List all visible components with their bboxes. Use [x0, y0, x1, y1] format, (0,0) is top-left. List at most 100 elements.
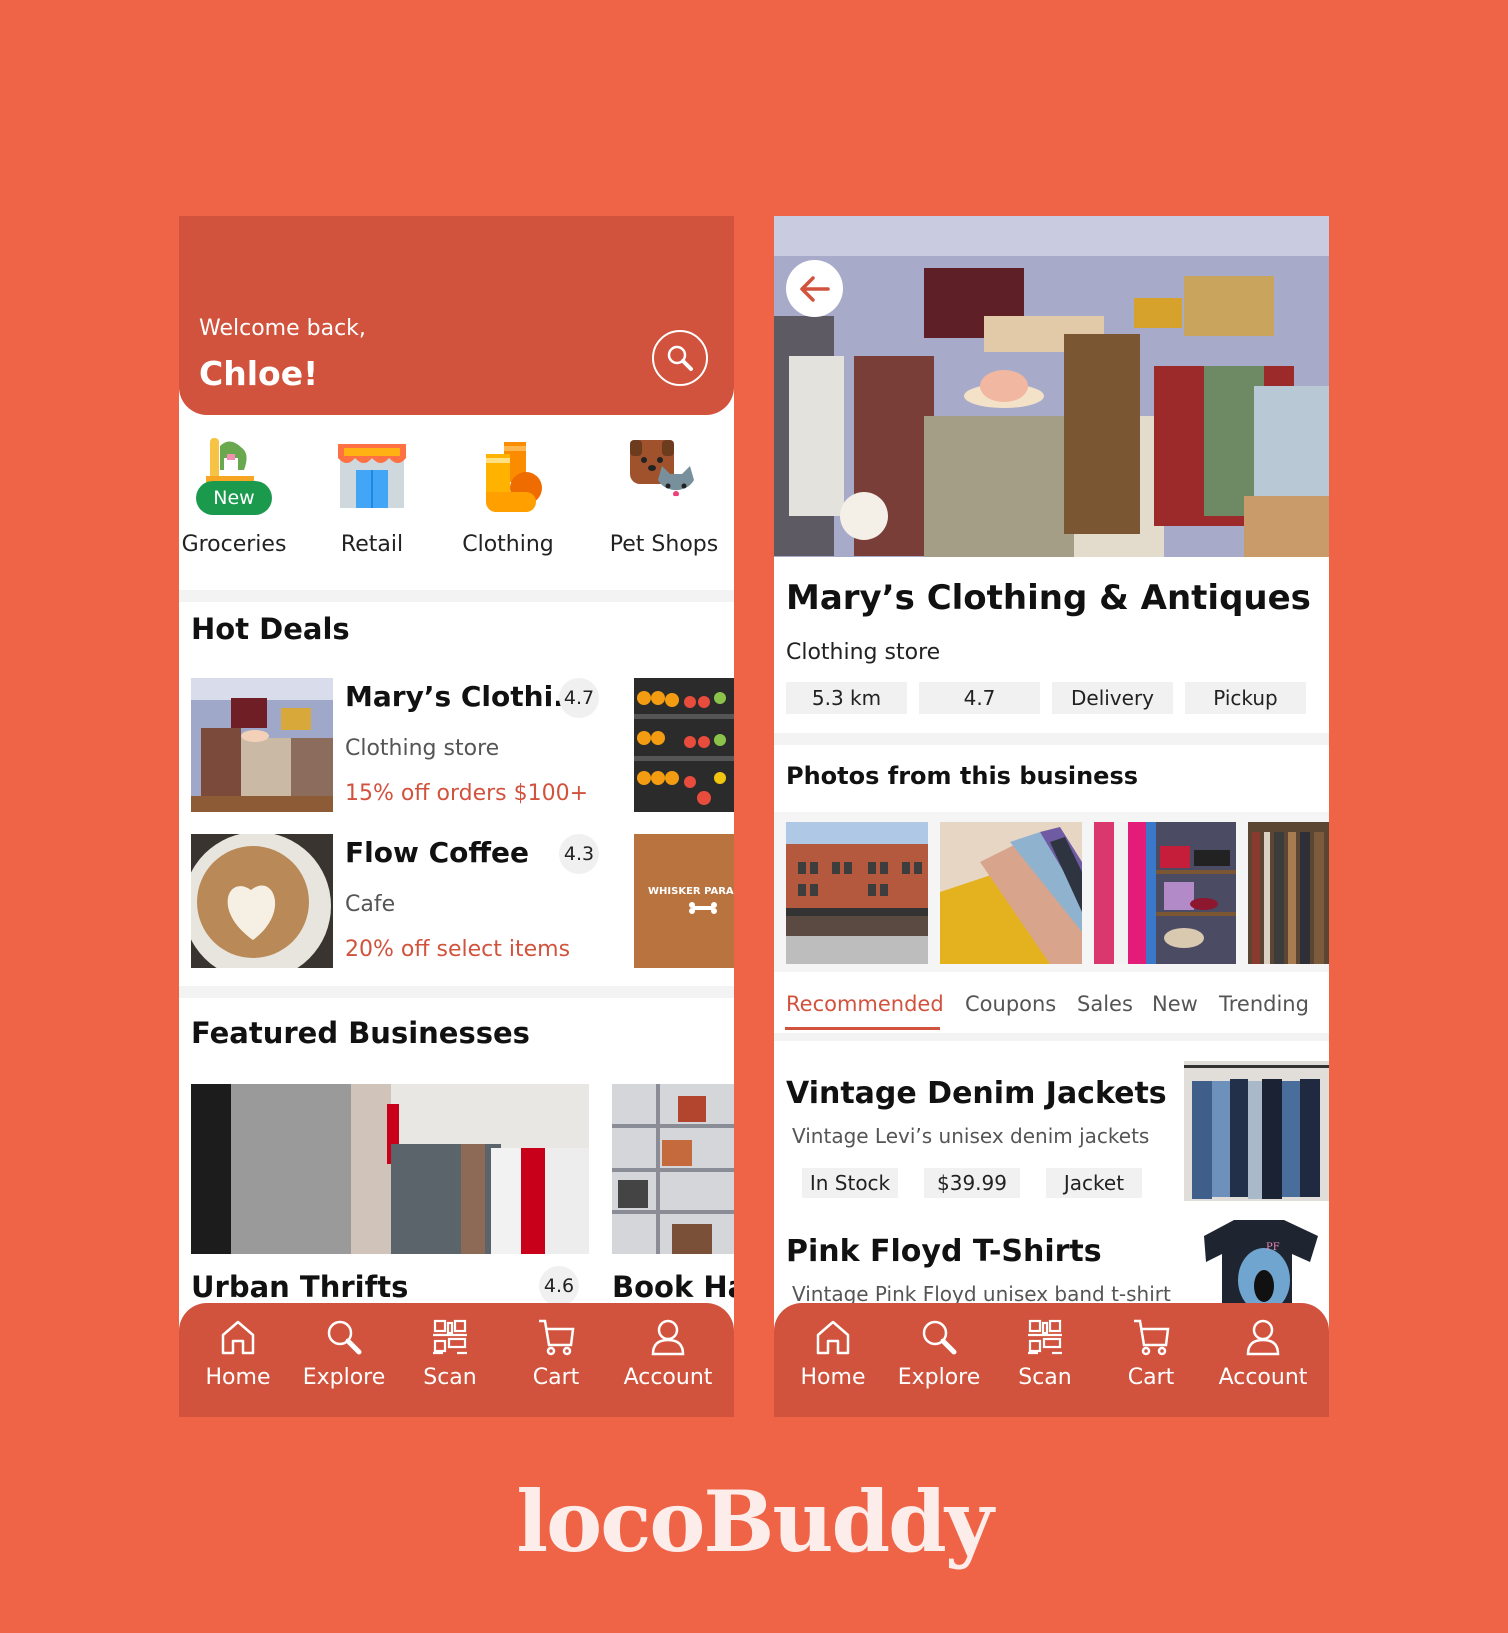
- active-tab-indicator: [785, 1027, 940, 1030]
- brand-logo: locoBuddy: [516, 1472, 993, 1571]
- home-icon: [816, 1320, 850, 1355]
- bottom-nav: Home Explore Scan Cart Account: [179, 1303, 734, 1417]
- tab-recommended[interactable]: Recommended: [786, 992, 944, 1016]
- section-divider: [774, 733, 1329, 745]
- home-header: Welcome back, Chloe!: [179, 216, 734, 415]
- rating-chip: 4.7: [919, 682, 1040, 714]
- hot-deals-title: Hot Deals: [191, 612, 350, 646]
- product-description: Vintage Levi’s unisex denim jackets: [792, 1124, 1150, 1148]
- rating-badge: 4.7: [559, 678, 599, 718]
- deal-image-pet-store[interactable]: WHISKER PARA: [634, 834, 734, 968]
- business-detail-screen: Mary’s Clothing & Antiques Clothing stor…: [774, 216, 1329, 1417]
- nav-label: Scan: [423, 1365, 477, 1390]
- tab-new[interactable]: New: [1152, 992, 1198, 1016]
- nav-cart[interactable]: Cart: [1098, 1317, 1204, 1390]
- business-type: Clothing store: [786, 640, 941, 665]
- rating-badge: 4.6: [539, 1266, 579, 1306]
- home-screen: Welcome back, Chloe! New Groceries Retai…: [179, 216, 734, 1417]
- category-label: Pet Shops: [609, 532, 719, 557]
- pickup-chip[interactable]: Pickup: [1185, 682, 1306, 714]
- deal-type: Cafe: [345, 892, 396, 917]
- nav-cart[interactable]: Cart: [503, 1317, 609, 1390]
- nav-home[interactable]: Home: [780, 1317, 886, 1390]
- nav-explore[interactable]: Explore: [291, 1317, 397, 1390]
- featured-image-book-haven[interactable]: [612, 1084, 734, 1254]
- tab-trending[interactable]: Trending: [1219, 992, 1309, 1016]
- new-badge: New: [196, 481, 272, 515]
- category-clothing[interactable]: Clothing: [443, 436, 573, 557]
- category-groceries[interactable]: New Groceries: [179, 436, 299, 557]
- back-button[interactable]: [786, 260, 843, 317]
- svg-text:PF: PF: [1266, 1242, 1280, 1253]
- user-icon: [1246, 1319, 1280, 1356]
- deal-offer: 20% off select items: [345, 937, 571, 962]
- nav-label: Account: [623, 1365, 713, 1390]
- rating-badge: 4.3: [559, 834, 599, 874]
- stock-tag: In Stock: [802, 1168, 898, 1198]
- search-button[interactable]: [652, 330, 708, 386]
- category-retail[interactable]: Retail: [307, 436, 437, 557]
- section-divider: [179, 590, 734, 602]
- nav-label: Account: [1218, 1365, 1308, 1390]
- business-name: Mary’s Clothing & Antiques: [786, 578, 1311, 618]
- user-icon: [651, 1319, 685, 1356]
- category-pet-shops[interactable]: Pet Shops: [599, 436, 729, 557]
- nav-home[interactable]: Home: [185, 1317, 291, 1390]
- bottom-nav: Home Explore Scan Cart Account: [774, 1303, 1329, 1417]
- home-icon: [221, 1320, 255, 1355]
- tab-sales[interactable]: Sales: [1077, 992, 1133, 1016]
- nav-label: Scan: [1018, 1365, 1072, 1390]
- photo-shirts[interactable]: [940, 822, 1082, 964]
- deal-offer: 15% off orders $100+: [345, 781, 589, 806]
- search-icon: [667, 345, 693, 371]
- groceries-icon: New: [194, 436, 274, 516]
- distance-chip: 5.3 km: [786, 682, 907, 714]
- nav-account[interactable]: Account: [1204, 1317, 1322, 1390]
- category-row: New Groceries Retail Clothing Pet Shops: [179, 436, 734, 557]
- tab-coupons[interactable]: Coupons: [965, 992, 1056, 1016]
- photo-storefront[interactable]: [786, 822, 928, 964]
- dog-cat-icon: [624, 436, 704, 516]
- deal-name: Mary’s Clothi...: [345, 680, 586, 713]
- product-image-pink-floyd-tshirt[interactable]: PF: [1184, 1216, 1329, 1316]
- search-icon: [922, 1320, 957, 1355]
- deal-card[interactable]: Mary’s Clothi... 4.7 Clothing store 15% …: [191, 678, 611, 812]
- featured-name: Urban Thrifts: [191, 1270, 409, 1304]
- nav-scan[interactable]: Scan: [397, 1317, 503, 1390]
- whisker-logo-text: WHISKER PARA: [648, 886, 734, 897]
- product-name: Vintage Denim Jackets: [786, 1076, 1167, 1111]
- deal-card[interactable]: Flow Coffee 4.3 Cafe 20% off select item…: [191, 834, 611, 968]
- greeting-text: Welcome back,: [199, 316, 366, 341]
- qr-code-icon: [1028, 1319, 1062, 1355]
- product-name: Pink Floyd T-Shirts: [786, 1234, 1102, 1269]
- featured-carousel: Urban Thrifts 4.6 Book Hav: [179, 1084, 734, 1314]
- product-image-denim-jackets[interactable]: [1184, 1061, 1329, 1201]
- business-chips: 5.3 km 4.7 Delivery Pickup: [786, 682, 1316, 714]
- photo-clothes-rack[interactable]: [1248, 822, 1329, 964]
- featured-businesses-title: Featured Businesses: [191, 1016, 530, 1050]
- delivery-chip[interactable]: Delivery: [1052, 682, 1173, 714]
- business-hero-image: [774, 216, 1329, 557]
- search-icon: [327, 1320, 362, 1355]
- photos-carousel: [774, 812, 1329, 972]
- nav-label: Explore: [302, 1365, 386, 1390]
- nav-account[interactable]: Account: [609, 1317, 727, 1390]
- deal-image-grocery[interactable]: [634, 678, 734, 812]
- featured-image-urban-thrifts[interactable]: [191, 1084, 589, 1254]
- cart-icon: [1134, 1319, 1170, 1356]
- nav-scan[interactable]: Scan: [992, 1317, 1098, 1390]
- photo-shoes-rack[interactable]: [1094, 822, 1236, 964]
- featured-name: Book Hav: [612, 1270, 734, 1304]
- username: Chloe!: [199, 354, 319, 393]
- category-label: Groceries: [181, 532, 287, 557]
- deal-image-coffee: [191, 834, 333, 968]
- nav-explore[interactable]: Explore: [886, 1317, 992, 1390]
- photos-title: Photos from this business: [786, 762, 1139, 790]
- socks-icon: [468, 436, 548, 516]
- deal-type: Clothing store: [345, 736, 500, 761]
- storefront-icon: [332, 436, 412, 516]
- deal-image-clothing-store: [191, 678, 333, 812]
- nav-label: Cart: [1127, 1365, 1175, 1390]
- cart-icon: [539, 1319, 575, 1356]
- section-divider: [774, 1033, 1329, 1041]
